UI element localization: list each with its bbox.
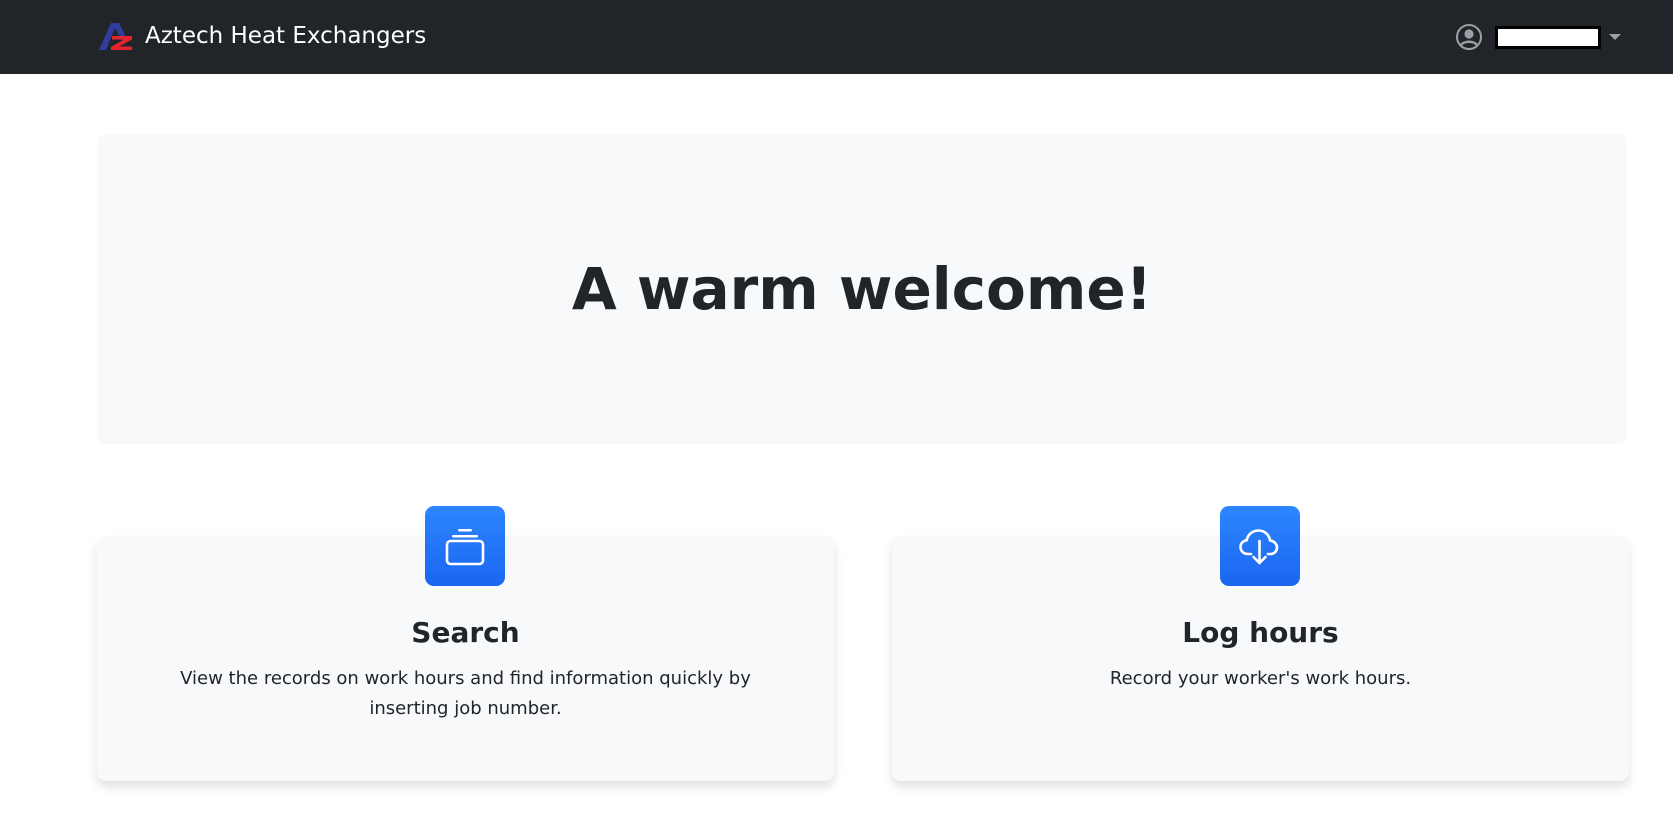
welcome-hero: A warm welcome!	[97, 134, 1627, 444]
brand-name: Aztech Heat Exchangers	[145, 23, 427, 49]
search-feature-button[interactable]	[425, 506, 505, 586]
log-hours-feature-button[interactable]	[1220, 506, 1300, 586]
card-description-search: View the records on work hours and find …	[180, 668, 751, 719]
hero-title: A warm welcome!	[571, 255, 1153, 323]
cloud-download-icon	[1239, 529, 1279, 565]
caret-down-icon	[1609, 34, 1621, 40]
card-title-log-hours: Log hours	[1182, 616, 1339, 649]
collection-icon	[445, 529, 485, 566]
brand-link[interactable]: Aztech Heat Exchangers	[97, 18, 426, 54]
top-navbar: Aztech Heat Exchangers	[0, 0, 1673, 74]
aztech-logo-icon	[99, 23, 132, 50]
person-circle-icon	[1456, 24, 1482, 50]
user-name-label	[1495, 25, 1601, 49]
card-title-search: Search	[411, 616, 520, 649]
user-menu-dropdown[interactable]	[1455, 20, 1621, 54]
card-description-log-hours: Record your worker's work hours.	[1109, 668, 1412, 689]
